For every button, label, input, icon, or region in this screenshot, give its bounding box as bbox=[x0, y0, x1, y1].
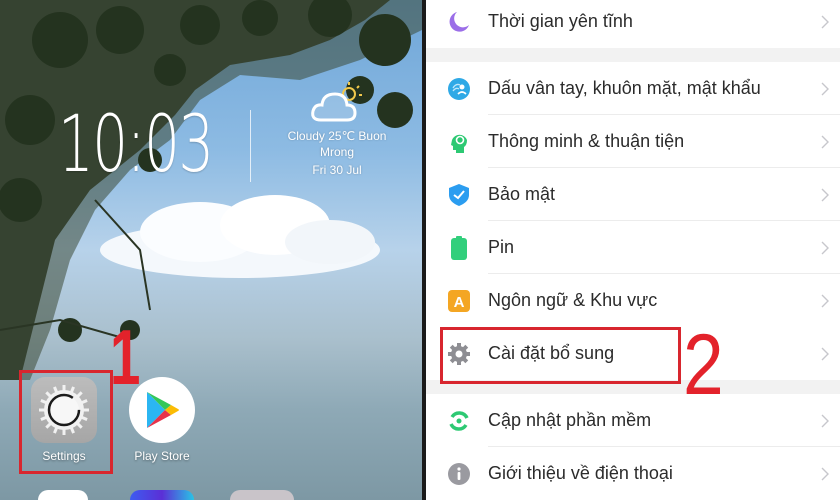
smart-head-icon bbox=[448, 131, 470, 153]
chevron-right-icon bbox=[821, 347, 829, 360]
chevron-right-icon bbox=[821, 241, 829, 254]
settings-item-label: Bảo mật bbox=[488, 184, 556, 204]
software-update-icon bbox=[448, 410, 470, 432]
chevron-right-icon bbox=[821, 82, 829, 95]
highlight-box-step-2 bbox=[440, 327, 681, 384]
settings-item-label: Thông minh & thuận tiện bbox=[488, 131, 685, 151]
chevron-right-icon bbox=[821, 467, 829, 480]
dock-app-peek[interactable] bbox=[130, 490, 194, 500]
step-number-2: 2 bbox=[683, 317, 724, 413]
section-gap bbox=[426, 48, 840, 62]
chevron-right-icon bbox=[821, 294, 829, 307]
settings-item-label: Dấu vân tay, khuôn mặt, mật khẩu bbox=[488, 78, 761, 98]
settings-item-security[interactable]: Bảo mật bbox=[426, 168, 840, 221]
weather-widget[interactable]: Cloudy 25℃ Buon Mrong Fri 30 Jul bbox=[272, 80, 402, 178]
moon-icon bbox=[448, 11, 470, 33]
dock-app-peek[interactable] bbox=[38, 490, 88, 500]
settings-item-about-phone[interactable]: Giới thiệu về điện thoại bbox=[426, 447, 840, 500]
home-screen: 10:03 Cloudy 25℃ Buon Mrong Fri 30 Jul S… bbox=[0, 0, 422, 500]
settings-item-language-region[interactable]: A Ngôn ngữ & Khu vực bbox=[426, 274, 840, 327]
highlight-box-step-1 bbox=[19, 370, 113, 474]
settings-item-label: Pin bbox=[488, 237, 515, 257]
chevron-right-icon bbox=[821, 15, 829, 28]
clock-time[interactable]: 10:03 bbox=[58, 100, 214, 190]
weather-location: Mrong bbox=[319, 145, 354, 159]
settings-item-smart-convenient[interactable]: Thông minh & thuận tiện bbox=[426, 115, 840, 168]
settings-item-label: Thời gian yên tĩnh bbox=[488, 11, 633, 31]
step-number-1: 1 bbox=[110, 313, 141, 401]
language-icon: A bbox=[448, 289, 470, 312]
fingerprint-face-icon bbox=[448, 77, 470, 100]
app-play-store-label: Play Store bbox=[134, 449, 190, 463]
settings-item-software-update[interactable]: Cập nhật phần mềm bbox=[426, 394, 840, 447]
battery-icon bbox=[448, 235, 470, 260]
settings-item-label: Giới thiệu về điện thoại bbox=[488, 463, 673, 483]
settings-item-biometrics[interactable]: Dấu vân tay, khuôn mặt, mật khẩu bbox=[426, 62, 840, 115]
weather-condition: Cloudy 25℃ Buon bbox=[287, 129, 387, 143]
dock-app-peek[interactable] bbox=[230, 490, 294, 500]
settings-item-label: Ngôn ngữ & Khu vực bbox=[488, 290, 658, 310]
chevron-right-icon bbox=[821, 414, 829, 427]
svg-text:A: A bbox=[454, 294, 465, 311]
info-icon bbox=[448, 462, 470, 485]
settings-list: Thời gian yên tĩnh Dấu vân tay, khuôn mặ… bbox=[426, 0, 840, 500]
cloudy-sun-icon bbox=[311, 82, 362, 122]
settings-item-battery[interactable]: Pin bbox=[426, 221, 840, 274]
weather-date: Fri 30 Jul bbox=[312, 163, 362, 177]
chevron-right-icon bbox=[821, 135, 829, 148]
settings-item-label: Cập nhật phần mềm bbox=[488, 410, 652, 430]
shield-check-icon bbox=[448, 183, 470, 206]
settings-item-quiet-time[interactable]: Thời gian yên tĩnh bbox=[426, 0, 840, 48]
clock-divider bbox=[250, 110, 251, 182]
wallpaper-tree bbox=[0, 0, 422, 380]
chevron-right-icon bbox=[821, 188, 829, 201]
